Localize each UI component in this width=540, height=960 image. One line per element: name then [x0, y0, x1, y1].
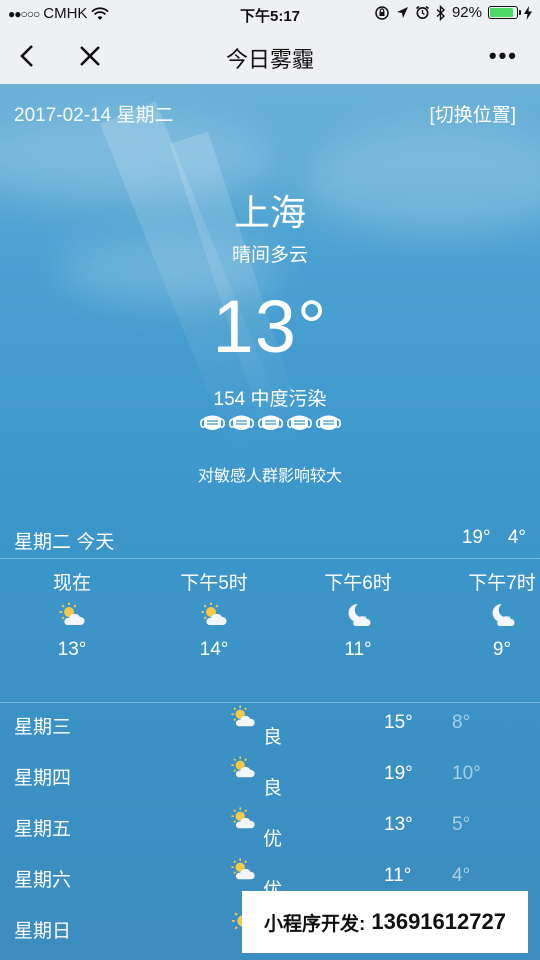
day-high: 11° [384, 865, 412, 886]
today-high-low: 19° 4° [450, 527, 526, 554]
today-label: 星期二 今天 [14, 532, 115, 553]
status-bar: ●●○○○ CMHK 下午5:17 92% [0, 0, 540, 28]
rotation-lock-icon [375, 5, 389, 20]
mask-icon [257, 415, 283, 430]
moon-cloud-icon [492, 603, 515, 626]
battery-icon [488, 6, 521, 19]
hourly-forecast[interactable]: 现在 13° 下午5时 14° 下午6时 11° 下午7时 9° [0, 568, 540, 688]
ad-phone: 13691612727 [371, 909, 506, 934]
battery-percent: 92% [451, 4, 482, 21]
day-low: 10° [452, 763, 481, 784]
battery-fill [490, 8, 513, 17]
day-high: 19° [384, 763, 413, 784]
hour-icon [488, 601, 516, 629]
mask-icon [199, 415, 225, 430]
switch-location-button[interactable]: [切换位置] [429, 100, 516, 127]
hour-icon [200, 601, 228, 629]
mask-icon [228, 415, 254, 430]
day-icon [230, 806, 256, 832]
day-high: 13° [384, 814, 413, 835]
day-icon [230, 857, 256, 883]
hour-icon [58, 601, 86, 629]
daily-row: 星期五 优 13° 5° [0, 806, 540, 856]
hour-temp: 9° [492, 639, 512, 660]
city-name: 上海 [233, 192, 306, 233]
health-advice: 对敏感人群影响较大 [197, 468, 342, 485]
divider [0, 702, 540, 703]
sun-cloud-icon [231, 756, 255, 778]
day-name: 星期日 [14, 921, 72, 942]
day-low: 5° [452, 814, 471, 835]
hour-temp: 13° [57, 639, 87, 660]
day-name: 星期五 [14, 819, 72, 840]
ad-banner[interactable]: 小程序开发: 13691612727 [242, 891, 528, 953]
current-date: 2017-02-14 星期二 [14, 105, 174, 126]
day-high: 15° [384, 712, 413, 733]
hour-item: 下午6时 11° [308, 568, 408, 661]
day-low: 4° [452, 865, 471, 886]
hour-item: 下午5时 14° [164, 568, 264, 661]
alarm-icon [415, 5, 429, 19]
hour-time: 下午5时 [180, 573, 248, 594]
hour-temp: 11° [344, 639, 372, 660]
hour-item: 现在 13° [22, 568, 122, 661]
weather-content: 2017-02-14 星期二 [切换位置] 上海 晴间多云 13° 154 中度… [0, 84, 540, 960]
mask-icon [315, 415, 341, 430]
day-air-quality: 良 [263, 778, 283, 799]
air-quality: 154 中度污染 [213, 389, 327, 410]
day-air-quality: 优 [263, 829, 283, 850]
day-low: 8° [452, 712, 471, 733]
today-low: 4° [507, 527, 526, 548]
charging-icon [524, 5, 532, 20]
page-title: 今日雾霾 [225, 47, 314, 72]
sun-cloud-icon [231, 858, 255, 880]
hour-time: 下午6时 [324, 573, 392, 594]
hour-icon [344, 601, 372, 629]
sun-cloud-icon [59, 602, 85, 625]
ad-label: 小程序开发: [264, 913, 366, 935]
day-air-quality: 良 [263, 727, 283, 748]
nav-bar: 今日雾霾 ••• [0, 28, 540, 84]
divider [0, 558, 540, 559]
weather-condition: 晴间多云 [231, 245, 308, 266]
sun-cloud-icon [231, 807, 255, 829]
daily-row: 星期三 良 15° 8° [0, 704, 540, 754]
hour-time: 下午7时 [468, 573, 536, 594]
sun-cloud-icon [231, 705, 255, 727]
day-icon [230, 704, 256, 730]
daily-row: 星期四 良 19° 10° [0, 755, 540, 805]
hour-item: 下午7时 9° [452, 568, 540, 661]
today-summary: 星期二 今天 19° 4° [14, 527, 526, 554]
status-right: 92% [374, 4, 532, 21]
bluetooth-icon [436, 4, 445, 21]
day-name: 星期四 [14, 768, 72, 789]
today-high: 19° [461, 527, 491, 548]
location-arrow-icon [396, 7, 408, 18]
day-name: 星期六 [14, 870, 72, 891]
day-name: 星期三 [14, 717, 72, 738]
current-temperature: 13° [212, 285, 328, 368]
day-icon [230, 755, 256, 781]
moon-cloud-icon [348, 603, 371, 626]
more-icon[interactable]: ••• [489, 45, 518, 67]
mask-icon [286, 415, 312, 430]
sun-cloud-icon [201, 602, 227, 625]
hour-time: 现在 [52, 573, 91, 594]
hour-temp: 14° [199, 639, 229, 660]
mask-rating [0, 412, 540, 434]
